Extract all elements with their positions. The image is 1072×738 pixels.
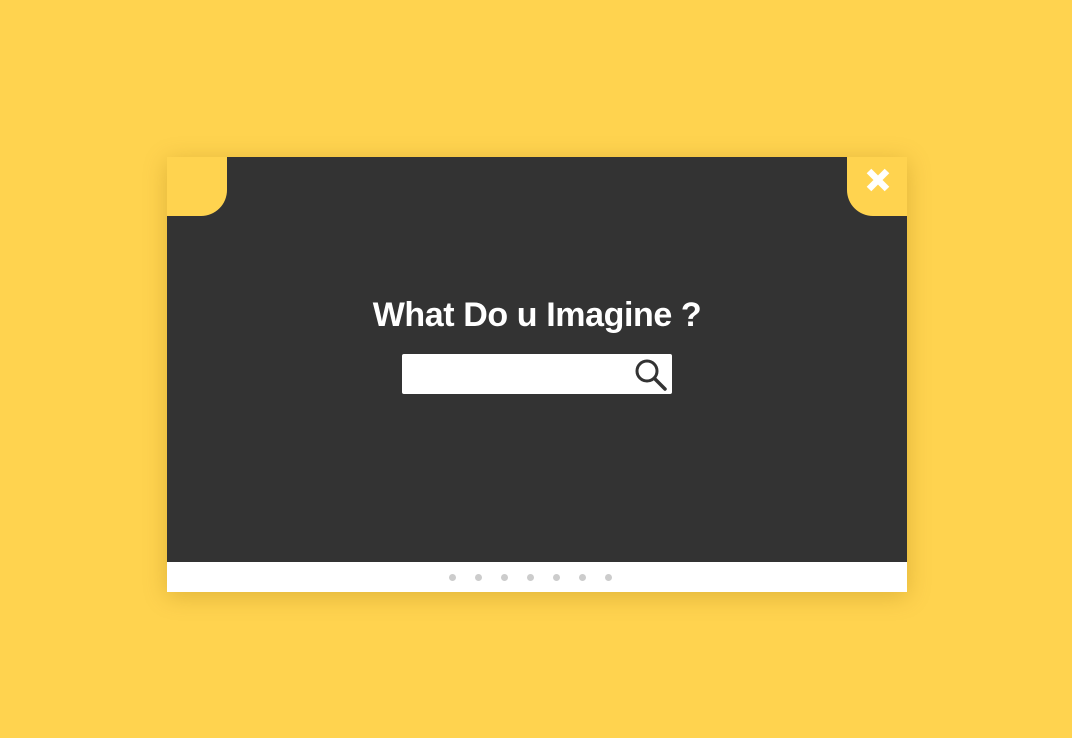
close-button[interactable]	[847, 157, 907, 216]
pager-dot[interactable]	[448, 573, 456, 581]
search-modal: What Do u Imagine ?	[167, 157, 907, 592]
pager-dot[interactable]	[578, 573, 586, 581]
corner-decoration	[167, 157, 227, 216]
pager-dot[interactable]	[604, 573, 612, 581]
modal-footer	[167, 562, 907, 592]
search-button[interactable]	[630, 354, 672, 394]
search-box	[402, 354, 672, 394]
search-icon	[635, 359, 667, 391]
pager-dot[interactable]	[526, 573, 534, 581]
pager-dot[interactable]	[474, 573, 482, 581]
modal-title: What Do u Imagine ?	[372, 296, 702, 334]
search-input[interactable]	[402, 354, 627, 394]
pager-dots	[448, 573, 612, 581]
close-icon	[866, 168, 890, 192]
pager-dot[interactable]	[552, 573, 560, 581]
pager-dot[interactable]	[500, 573, 508, 581]
